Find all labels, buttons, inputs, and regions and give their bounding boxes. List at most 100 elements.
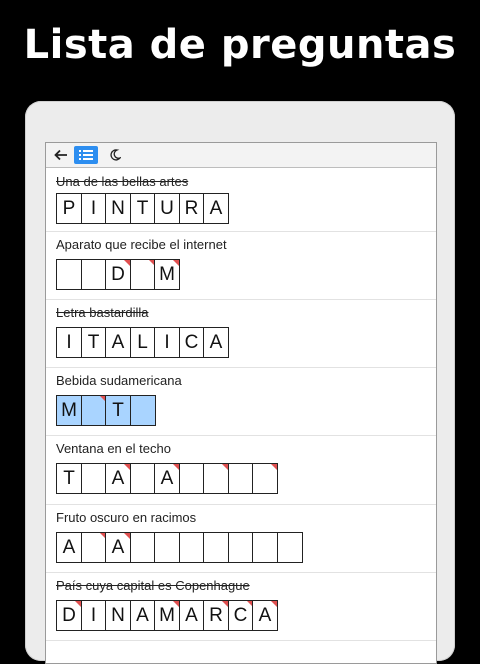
letter-cell[interactable]: A (105, 532, 131, 563)
letter-cell[interactable]: A (105, 327, 131, 358)
answer-cells: ITALICA (56, 327, 229, 358)
cell-letter: T (136, 197, 149, 219)
cell-letter: N (111, 604, 125, 626)
letter-cell[interactable]: L (129, 327, 156, 358)
app-screen: Una de las bellas artes P I N T U R A Aparato qu… (45, 142, 437, 664)
letter-cell[interactable]: T (129, 193, 156, 224)
letter-cell[interactable] (252, 463, 278, 494)
cell-letter: C (233, 604, 248, 626)
cell-letter: M (159, 604, 175, 626)
arrow-left-icon[interactable] (51, 146, 71, 164)
letter-cell[interactable]: A (203, 327, 229, 358)
letter-cell[interactable]: A (56, 532, 82, 563)
letter-cell[interactable] (80, 259, 107, 290)
answer-cells: DINAMARCA (56, 600, 278, 631)
hint-corner-mark (271, 464, 277, 470)
letter-cell[interactable]: N (105, 600, 131, 631)
letter-cell[interactable]: N (105, 193, 131, 224)
letter-cell[interactable]: R (203, 600, 229, 631)
question-clue: País cuya capital es Copenhague (56, 578, 250, 593)
letter-cell[interactable]: A (154, 463, 180, 494)
letter-cell[interactable]: M (56, 395, 82, 426)
question-row[interactable]: País cuya capital es Copenhague D I N A M A R C A (46, 573, 436, 641)
cell-letter: A (111, 331, 125, 353)
question-clue: Una de las bellas artes (56, 174, 189, 189)
cell-letter: T (87, 331, 100, 353)
letter-cell[interactable] (129, 463, 156, 494)
letter-cell[interactable] (227, 532, 254, 563)
answer-cells: PINTURA (56, 193, 229, 224)
letter-cell[interactable] (203, 463, 229, 494)
letter-cell[interactable] (129, 532, 156, 563)
letter-cell[interactable]: A (129, 600, 156, 631)
letter-cell[interactable]: T (105, 395, 131, 426)
cell-letter: I (164, 331, 170, 353)
hint-corner-mark (271, 601, 277, 607)
letter-cell[interactable] (80, 395, 107, 426)
moon-icon[interactable] (106, 146, 124, 164)
cell-letter: U (160, 197, 174, 219)
question-clue: Fruto oscuro en racimos (56, 510, 197, 525)
letter-cell[interactable]: P (56, 193, 82, 224)
letter-cell[interactable] (80, 532, 107, 563)
answer-cells: DM (56, 259, 180, 290)
question-row[interactable]: Letra bastardilla I T A L I C A (46, 300, 436, 368)
cell-letter: A (258, 604, 272, 626)
letter-cell[interactable]: R (178, 193, 205, 224)
letter-cell[interactable]: M (154, 259, 180, 290)
letter-cell[interactable]: I (80, 600, 107, 631)
letter-cell[interactable] (129, 395, 156, 426)
letter-cell[interactable]: I (80, 193, 107, 224)
cell-letter: A (209, 197, 223, 219)
question-clue: Letra bastardilla (56, 305, 149, 320)
letter-cell[interactable]: U (154, 193, 180, 224)
letter-cell[interactable] (56, 259, 82, 290)
letter-cell[interactable] (154, 532, 180, 563)
question-row[interactable]: Una de las bellas artes P I N T U R A (46, 168, 436, 232)
cell-letter: A (136, 604, 149, 626)
letter-cell[interactable]: D (105, 259, 131, 290)
question-clue: Aparato que recibe el internet (56, 237, 227, 252)
question-list: Una de las bellas artes P I N T U R A Aparato qu… (46, 168, 436, 641)
question-row[interactable]: Bebida sudamericana M T (46, 368, 436, 436)
letter-cell[interactable]: A (105, 463, 131, 494)
letter-cell[interactable] (178, 532, 205, 563)
cell-letter: M (61, 399, 77, 421)
question-row[interactable]: Fruto oscuro en racimos A A (46, 505, 436, 573)
letter-cell[interactable]: I (56, 327, 82, 358)
question-row[interactable]: Ventana en el techo T A A (46, 436, 436, 505)
letter-cell[interactable] (203, 532, 229, 563)
cell-letter: D (111, 263, 125, 285)
letter-cell[interactable] (276, 532, 303, 563)
tablet-frame: Una de las bellas artes P I N T U R A Aparato qu… (25, 101, 455, 664)
letter-cell[interactable] (129, 259, 156, 290)
letter-cell[interactable]: A (252, 600, 278, 631)
letter-cell[interactable]: I (154, 327, 180, 358)
cell-letter: A (209, 331, 223, 353)
cell-letter: T (112, 399, 124, 421)
cell-letter: I (66, 331, 72, 353)
letter-cell[interactable]: A (203, 193, 229, 224)
letter-cell[interactable] (178, 463, 205, 494)
hint-corner-mark (173, 260, 179, 266)
letter-cell[interactable]: M (154, 600, 180, 631)
cell-letter: A (160, 467, 174, 489)
letter-cell[interactable]: C (227, 600, 254, 631)
cell-letter: A (111, 536, 125, 558)
letter-cell[interactable]: C (178, 327, 205, 358)
list-icon[interactable] (74, 146, 98, 164)
cell-letter: I (90, 604, 97, 626)
letter-cell[interactable]: T (56, 463, 82, 494)
cell-letter: P (62, 197, 76, 219)
page-title: Lista de preguntas (23, 22, 457, 68)
letter-cell[interactable]: D (56, 600, 82, 631)
letter-cell[interactable] (252, 532, 278, 563)
cell-letter: A (62, 536, 76, 558)
answer-cells: TAA (56, 463, 278, 494)
question-row[interactable]: Aparato que recibe el internet D M (46, 232, 436, 300)
letter-cell[interactable]: A (178, 600, 205, 631)
cell-letter: R (209, 604, 223, 626)
letter-cell[interactable] (80, 463, 107, 494)
letter-cell[interactable]: T (80, 327, 107, 358)
letter-cell[interactable] (227, 463, 254, 494)
